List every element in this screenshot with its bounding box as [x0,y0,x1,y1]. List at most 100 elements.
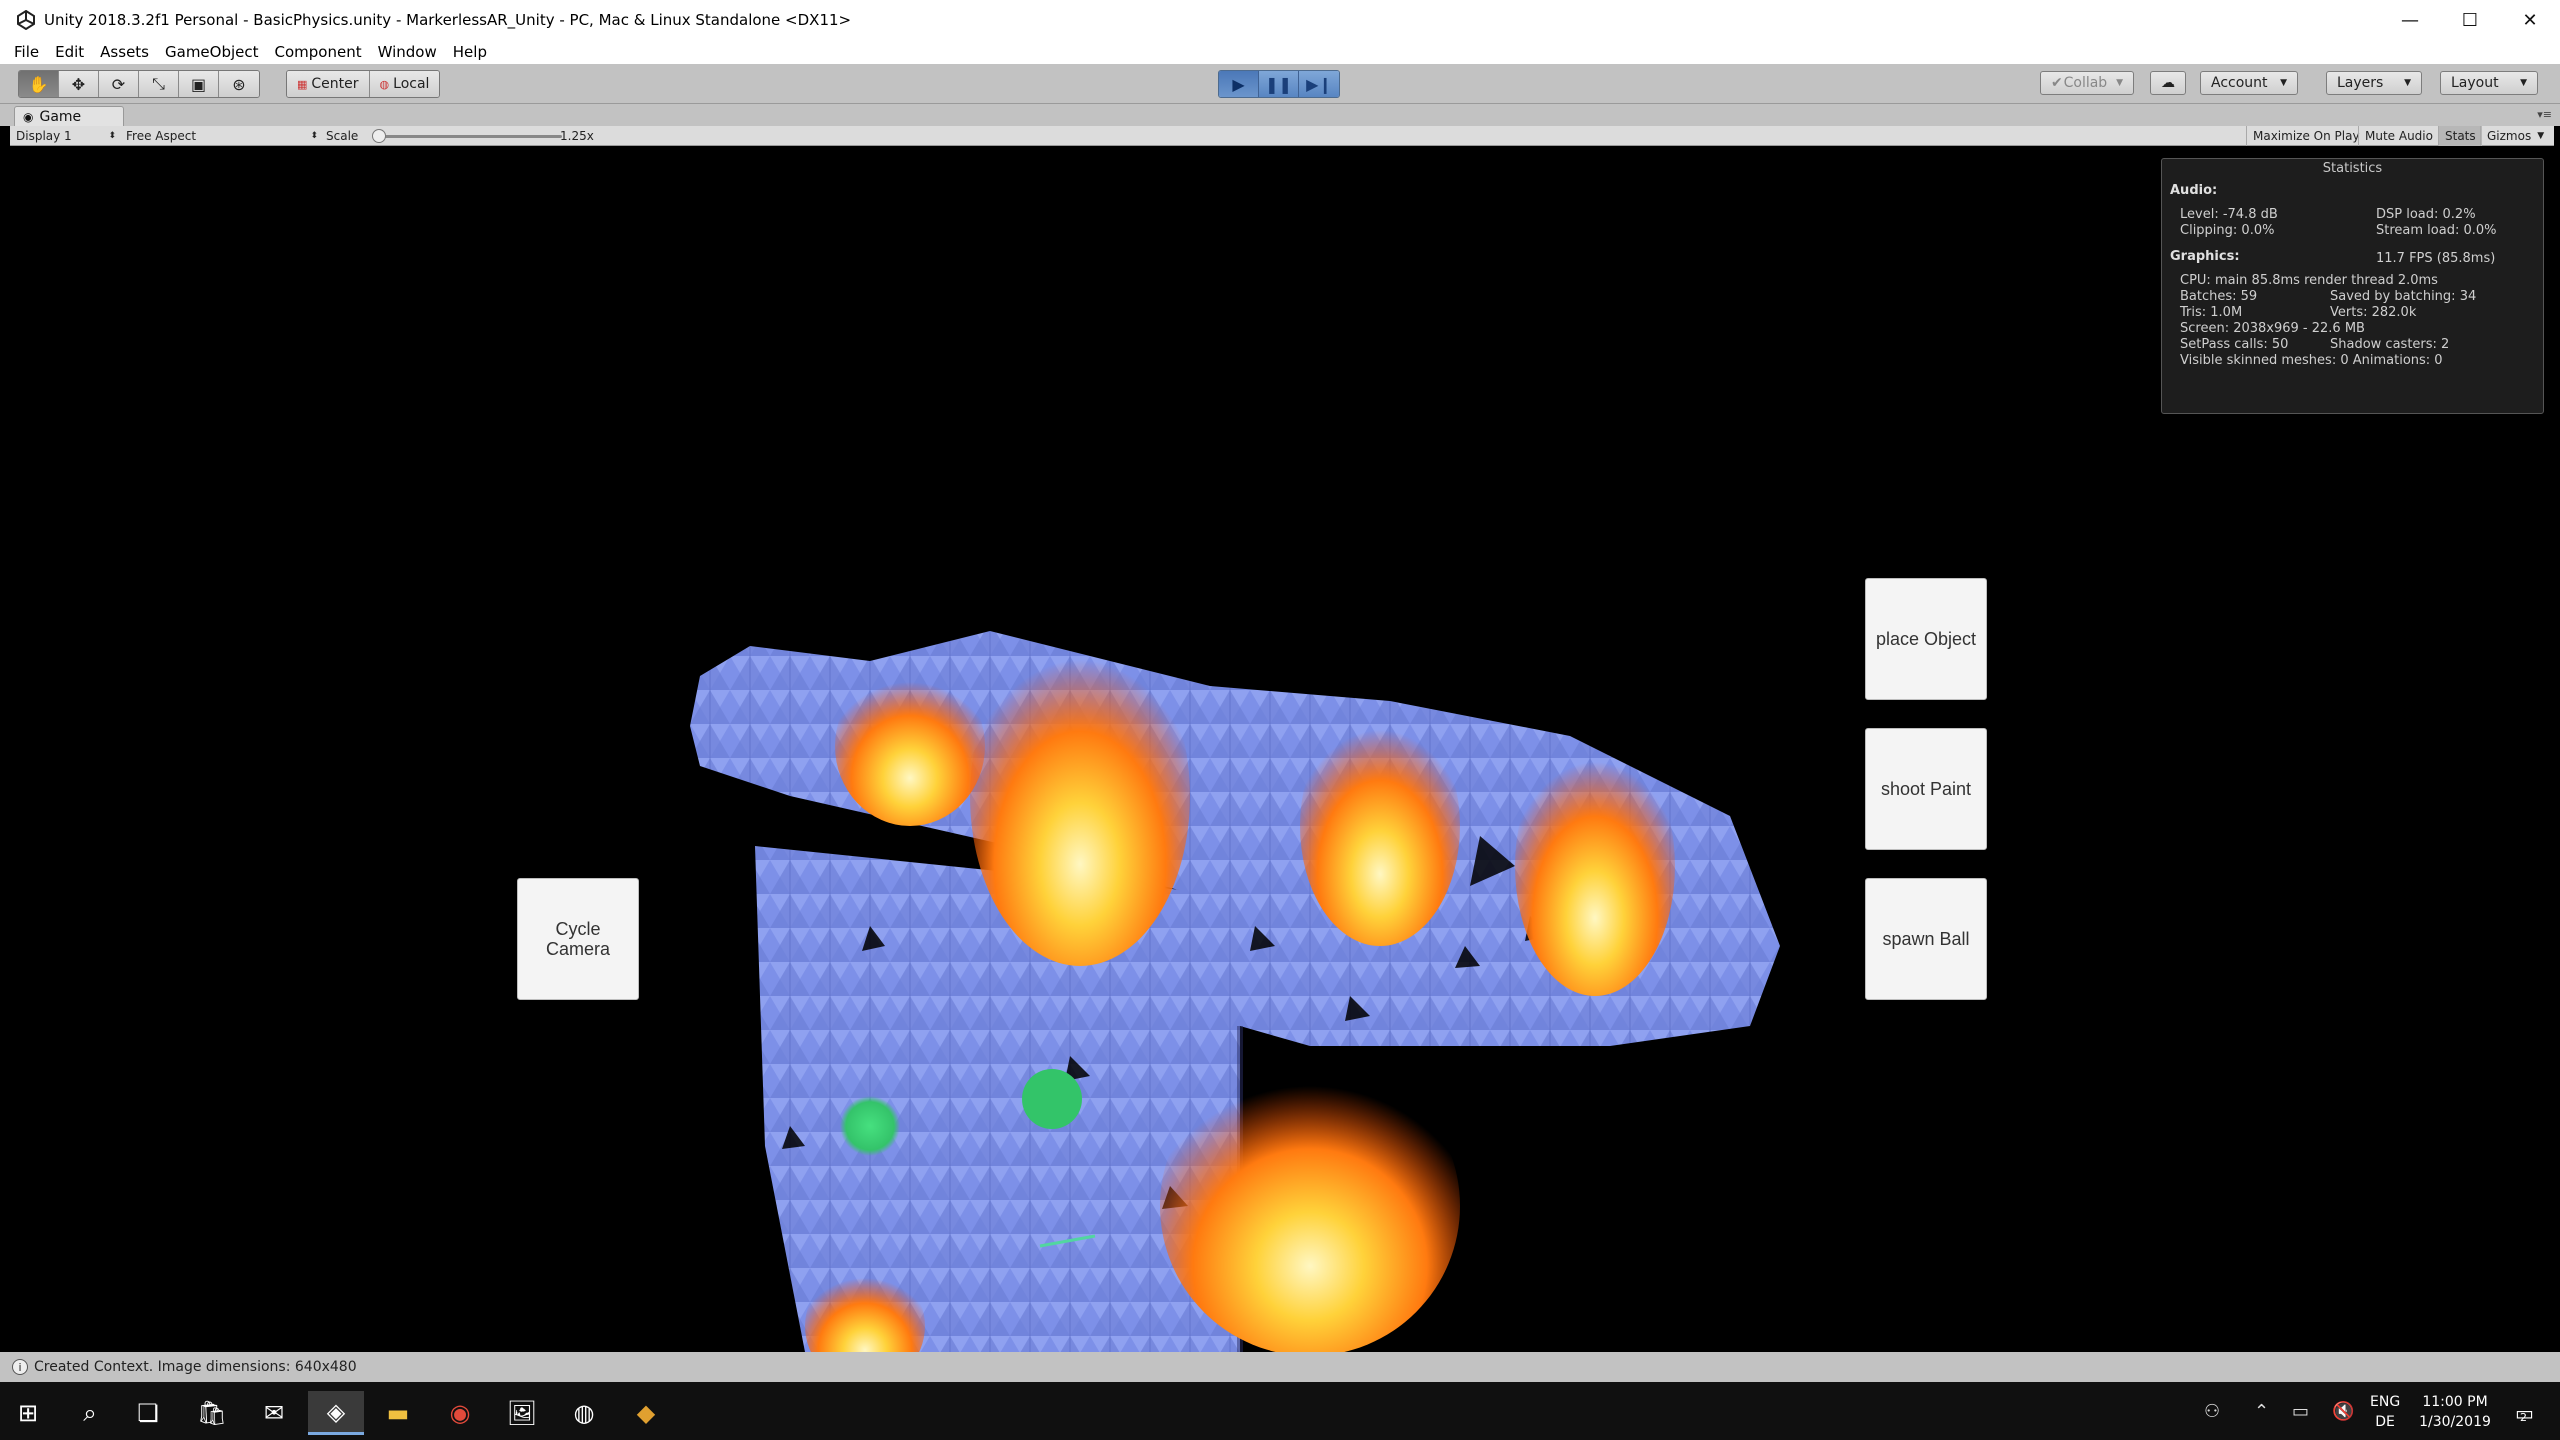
taskbar-file-explorer[interactable]: ▬ [370,1391,426,1435]
game-view-controls: Display 1 ⬍ Free Aspect ⬍ Scale 1.25x Ma… [10,126,2554,146]
people-icon[interactable]: ⚇ [2204,1401,2220,1422]
aspect-dropdown[interactable]: Free Aspect ⬍ [126,128,318,144]
notification-count: 2 [2519,1410,2527,1424]
menu-assets[interactable]: Assets [100,43,149,61]
chevron-down-icon: ▼ [2537,131,2545,141]
task-view-button[interactable]: ❏ [120,1391,176,1435]
display-dropdown[interactable]: Display 1 ⬍ [16,128,116,144]
audio-level: Level: -74.8 dB [2180,207,2278,222]
pivot-local-button[interactable]: ◍ Local [369,71,440,97]
pause-button[interactable]: ❚❚ [1259,71,1299,97]
stream-load: Stream load: 0.0% [2376,223,2497,238]
scale-value: 1.25x [560,129,594,143]
center-icon: ▦ [297,77,308,91]
mute-audio-toggle[interactable]: Mute Audio [2358,126,2439,146]
pivot-local-label: Local [393,76,430,92]
graphics-heading: Graphics: [2170,249,2240,264]
menu-gameobject[interactable]: GameObject [165,43,259,61]
batches-stat: Batches: 59 [2180,289,2258,304]
rect-tool-button[interactable]: ▣ [179,71,219,97]
clock-date: 1/30/2019 [2419,1414,2491,1430]
menu-component[interactable]: Component [275,43,362,61]
menu-edit[interactable]: Edit [55,43,84,61]
menu-file[interactable]: File [14,43,39,61]
updown-icon: ⬍ [108,131,116,141]
taskbar-photos[interactable]: 🖼 [494,1391,550,1435]
windows-logo-icon: ⊞ [17,1399,39,1427]
taskbar-unity[interactable]: ◈ [308,1391,364,1435]
taskbar-git-app[interactable]: ◆ [618,1391,674,1435]
rotate-tool-button[interactable]: ⟳ [99,71,139,97]
cloud-button[interactable]: ☁ [2150,71,2186,95]
speaker-muted-icon[interactable]: 🔇 [2332,1401,2354,1422]
input-language[interactable]: ENG DE [2370,1392,2400,1432]
transform-tool-button[interactable]: ⊛ [219,71,259,97]
lang-top: ENG [2370,1394,2401,1410]
setpass-stat: SetPass calls: 50 [2180,337,2289,352]
pause-icon: ❚❚ [1265,74,1292,94]
cycle-camera-button[interactable]: Cycle Camera [517,878,639,1000]
play-button[interactable]: ▶ [1219,71,1259,97]
stats-toggle[interactable]: Stats [2438,126,2482,146]
taskbar-chrome[interactable]: ◉ [432,1391,488,1435]
menu-help[interactable]: Help [453,43,487,61]
scale-tool-button[interactable]: ⤡ [139,71,179,97]
play-icon: ▶ [1232,74,1245,94]
pivot-center-label: Center [311,76,359,92]
layout-button[interactable]: Layout ▼ [2440,71,2538,95]
taskbar-steam-like[interactable]: ◍ [556,1391,612,1435]
maximize-button[interactable]: ☐ [2440,0,2500,40]
rect-icon: ▣ [190,74,207,94]
updown-icon: ⬍ [310,131,318,141]
shoot-paint-button[interactable]: shoot Paint [1865,728,1987,850]
network-icon[interactable]: ▭ [2292,1401,2309,1422]
taskbar-mail[interactable]: ✉ [246,1391,302,1435]
spawn-ball-button[interactable]: spawn Ball [1865,878,1987,1000]
unity-icon: ◈ [326,1397,346,1426]
step-icon: ▶❙ [1306,74,1332,94]
step-button[interactable]: ▶❙ [1299,71,1339,97]
minimize-button[interactable]: — [2380,0,2440,40]
display-label: Display 1 [16,129,72,143]
search-button[interactable]: ⌕ [62,1391,118,1435]
move-tool-button[interactable]: ✥ [59,71,99,97]
dsp-load: DSP load: 0.2% [2376,207,2476,222]
start-button[interactable]: ⊞ [0,1391,56,1435]
game-viewport[interactable]: Cycle Camera place Object shoot Paint sp… [10,146,2554,1352]
taskbar-store[interactable]: 🛍 [184,1391,240,1435]
search-icon: ⌕ [83,1399,97,1427]
scale-slider[interactable] [382,135,562,138]
statistics-panel: Statistics Audio: Level: -74.8 dB Clippi… [2161,158,2544,414]
rotate-icon: ⟳ [111,74,126,94]
collab-button[interactable]: ✔ Collab ▼ [2040,71,2134,95]
audio-heading: Audio: [2170,183,2218,198]
maximize-on-play-toggle[interactable]: Maximize On Play [2246,126,2366,146]
panel-menu-icon[interactable]: ▾≡ [2537,108,2552,121]
hand-tool-button[interactable]: ✋ [19,71,59,97]
action-center-button[interactable]: ▭ 2 [2496,1391,2546,1435]
layers-button[interactable]: Layers ▼ [2326,71,2422,95]
gizmos-dropdown[interactable]: Gizmos ▼ [2480,126,2554,146]
taskbar-clock[interactable]: 11:00 PM 1/30/2019 [2410,1392,2500,1432]
console-status-bar[interactable]: i Created Context. Image dimensions: 640… [0,1352,2560,1382]
place-object-button[interactable]: place Object [1865,578,1987,700]
unity-logo-icon [17,10,35,30]
layers-label: Layers [2337,75,2384,91]
account-button[interactable]: Account ▼ [2200,71,2298,95]
close-button[interactable]: ✕ [2500,0,2560,40]
scale-label: Scale [326,129,359,143]
tris-stat: Tris: 1.0M [2180,305,2243,320]
scale-slider-handle[interactable] [372,129,386,143]
chevron-down-icon: ▼ [2116,78,2123,88]
window-title: Unity 2018.3.2f1 Personal - BasicPhysics… [44,11,852,29]
tray-chevron-up-icon[interactable]: ⌃ [2254,1401,2269,1422]
saved-batching-stat: Saved by batching: 34 [2330,289,2477,304]
app-circle-icon: ◍ [573,1399,595,1427]
menu-window[interactable]: Window [378,43,437,61]
tab-game[interactable]: ◉ Game [14,106,124,126]
folder-icon: ▬ [386,1399,410,1427]
pivot-center-button[interactable]: ▦ Center [287,71,370,97]
game-controller-icon: ◉ [23,109,34,124]
status-message: Created Context. Image dimensions: 640x4… [34,1359,357,1375]
chrome-icon: ◉ [449,1399,471,1427]
